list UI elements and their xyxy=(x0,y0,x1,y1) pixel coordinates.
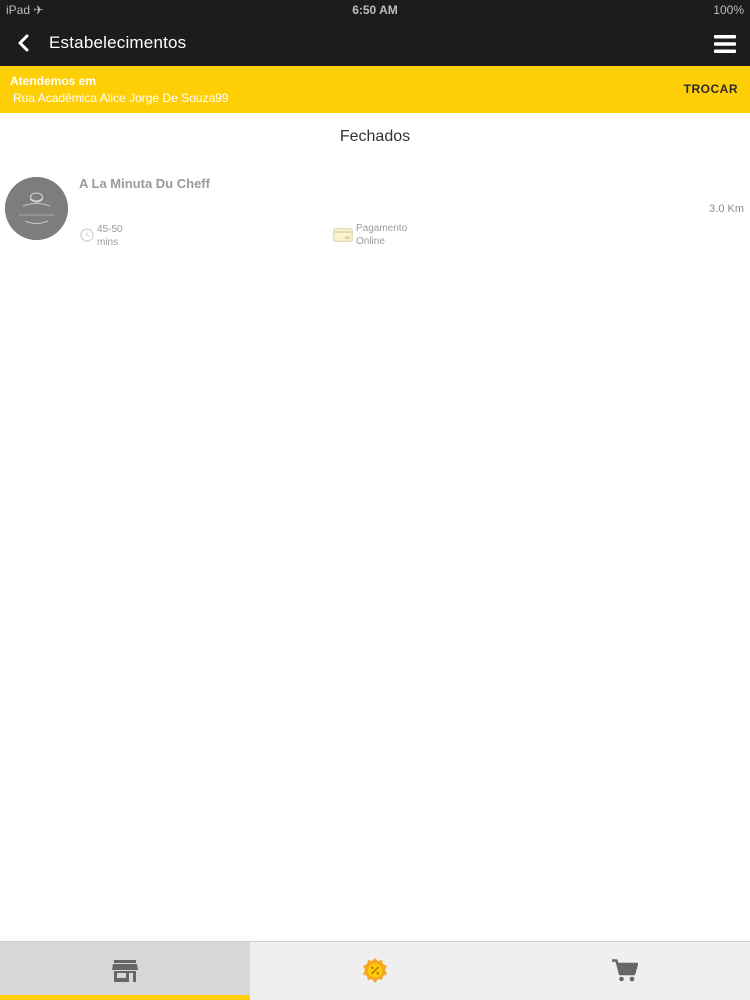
delivery-time-unit: mins xyxy=(97,237,119,248)
battery-label: 100% xyxy=(713,3,744,17)
change-address-button[interactable]: TROCAR xyxy=(684,82,738,96)
delivery-time-range: 45-50 xyxy=(97,224,123,235)
bottom-tab-bar xyxy=(0,941,750,1000)
store-icon xyxy=(112,960,138,982)
banner-label: Atendemos em xyxy=(10,74,97,88)
payment-label-line2: Online xyxy=(356,236,385,247)
status-time: 6:50 AM xyxy=(352,3,398,17)
page-title: Estabelecimentos xyxy=(49,33,187,52)
tab-promotions[interactable] xyxy=(250,942,500,1000)
tab-cart[interactable] xyxy=(500,942,750,1000)
cart-icon xyxy=(612,959,638,982)
payment-label-line1: Pagamento xyxy=(356,223,408,234)
status-bar: iPad ✈ 6:50 AM 100% xyxy=(0,0,750,20)
restaurant-logo xyxy=(5,177,68,240)
section-title-closed: Fechados xyxy=(339,128,411,145)
chevron-left-icon xyxy=(18,34,29,52)
clock-icon xyxy=(80,228,94,242)
back-button[interactable] xyxy=(8,28,38,58)
menu-button[interactable] xyxy=(710,29,740,59)
nav-bar: Estabelecimentos xyxy=(0,20,750,66)
delivery-address: Rua Acadêmica Alice Jorge De Souza99 xyxy=(13,91,229,105)
chef-hat-logo-icon xyxy=(5,177,68,240)
credit-card-icon xyxy=(333,228,353,242)
restaurant-list-item[interactable]: A La Minuta Du Cheff 3.0 Km 45-50 mins P… xyxy=(0,168,750,258)
tab-stores[interactable] xyxy=(0,942,250,1000)
hamburger-menu-icon xyxy=(714,35,736,53)
restaurant-distance: 3.0 Km xyxy=(709,203,744,215)
selected-tab-indicator xyxy=(0,995,250,1000)
delivery-address-banner: Atendemos em Rua Acadêmica Alice Jorge D… xyxy=(0,66,750,113)
restaurant-name: A La Minuta Du Cheff xyxy=(79,176,210,191)
discount-badge-icon xyxy=(363,958,387,983)
